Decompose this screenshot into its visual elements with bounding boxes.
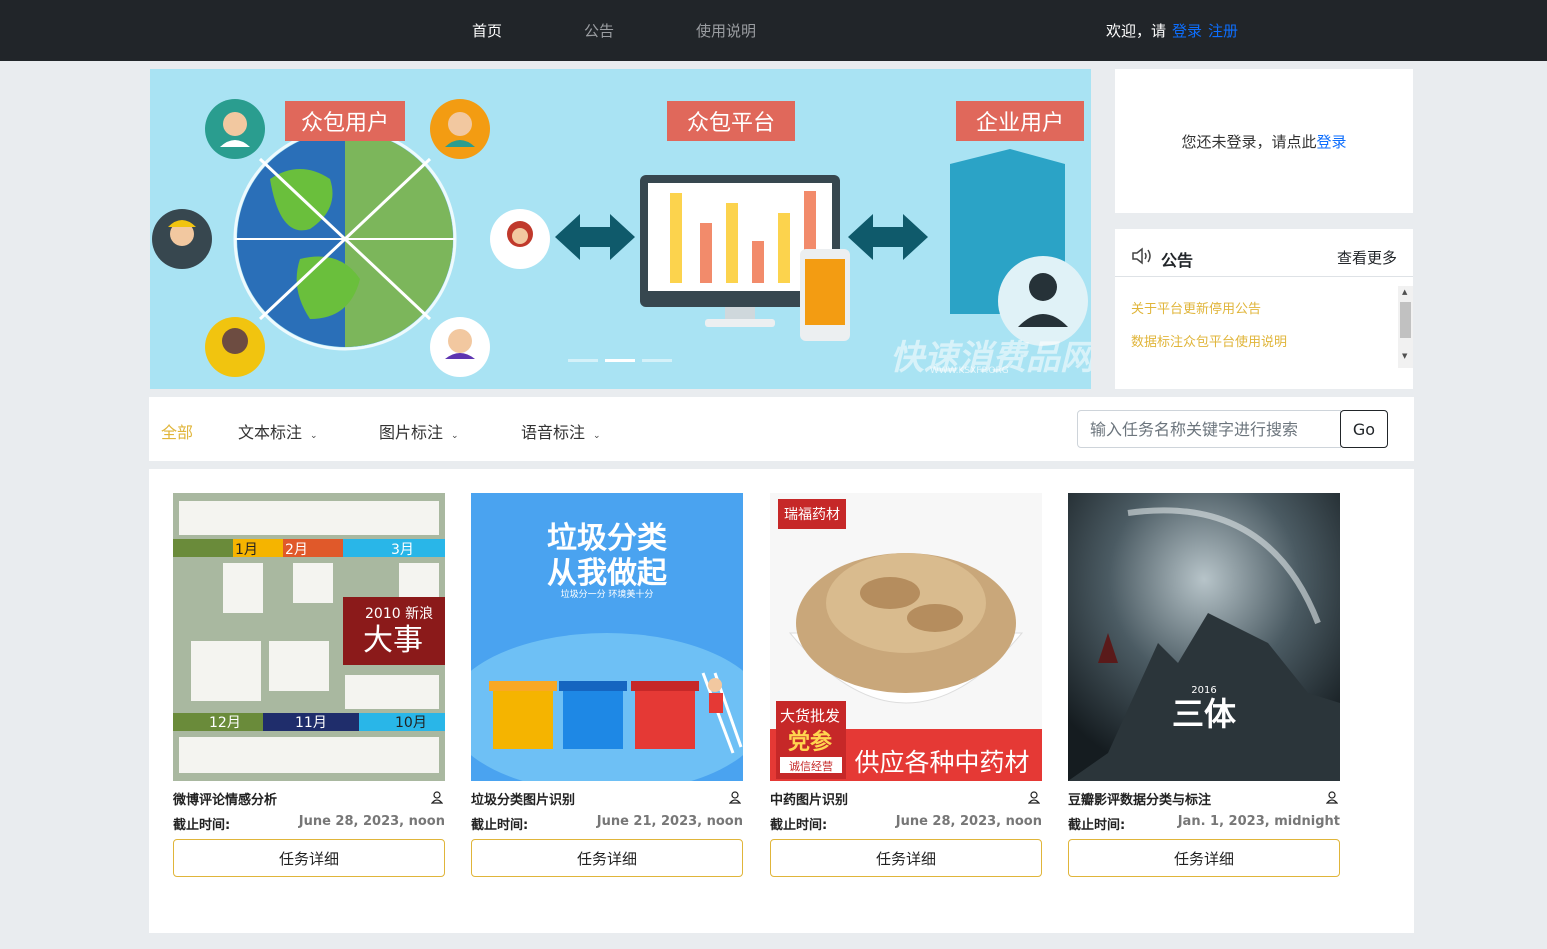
announcement-list: 关于平台更新停用公告 数据标注众包平台使用说明 (1115, 286, 1413, 368)
user-icon (1028, 791, 1040, 804)
scroll-down-arrow-icon[interactable]: ▼ (1402, 352, 1407, 360)
task-card: 垃圾分类 从我做起 垃圾分一分 环境美十分 垃圾分类图片识别 截止时间: Jun… (471, 493, 743, 877)
task-name: 中药图片识别 (770, 793, 849, 808)
banner-label-platform: 众包平台 (687, 111, 775, 136)
thumb-text: 大货批发 (780, 707, 840, 725)
login-prompt-link[interactable]: 登录 (1317, 133, 1347, 151)
filter-all-tab[interactable]: 全部 (161, 419, 193, 443)
task-name: 微博评论情感分析 (173, 793, 278, 808)
thumb-text: 瑞福药材 (784, 507, 840, 523)
thumb-text: 3月 (391, 542, 414, 558)
announcement-title: 公告 (1161, 251, 1194, 270)
nav-notice-link[interactable]: 公告 (584, 20, 614, 41)
task-name: 垃圾分类图片识别 (471, 793, 576, 808)
banner-label-enterprise: 企业用户 (976, 111, 1064, 136)
filter-voice-label: 语音标注 (521, 423, 586, 442)
nav-login-link[interactable]: 登录 (1172, 22, 1202, 40)
task-detail-button[interactable]: 任务详细 (173, 839, 445, 877)
deadline-label: 截止时间: (471, 818, 529, 833)
carousel-indicator-2[interactable] (605, 359, 635, 362)
thumb-text: 垃圾分类 (547, 521, 667, 556)
banner-label-crowd: 众包用户 (301, 111, 389, 136)
announcement-card: 公告 查看更多 关于平台更新停用公告 数据标注众包平台使用说明 ▲ ▼ (1115, 229, 1413, 389)
chevron-down-icon: ⌄ (451, 431, 459, 441)
deadline-label: 截止时间: (770, 818, 828, 833)
filter-voice-dropdown[interactable]: 语音标注 ⌄ (521, 419, 601, 443)
welcome-text: 欢迎，请 (1106, 22, 1167, 40)
task-card: 瑞福药材 大货批发 党参 诚信经营 供应各种中药材 中药图片识别 截止时间: J… (770, 493, 1042, 877)
carousel-indicator-1[interactable] (568, 359, 598, 362)
task-detail-button[interactable]: 任务详细 (471, 839, 743, 877)
task-thumbnail[interactable]: 1月 2月 3月 2010 新浪 大事 12月 11月 10月 (173, 493, 445, 781)
banner-illustration: 众包用户 众包平台 企业用户 快速消费品网 WWW.KSXFP.ORG (152, 99, 1091, 378)
deadline-label: 截止时间: (1068, 818, 1126, 833)
task-search-input[interactable] (1077, 410, 1341, 448)
thumb-text: 11月 (295, 715, 327, 731)
filter-text-dropdown[interactable]: 文本标注 ⌄ (238, 419, 318, 443)
task-detail-button[interactable]: 任务详细 (770, 839, 1042, 877)
login-prompt-card: 您还未登录，请点此登录 (1115, 69, 1413, 213)
filter-text-label: 文本标注 (238, 423, 303, 442)
task-list-panel: 1月 2月 3月 2010 新浪 大事 12月 11月 10月 微博评论情感分析… (149, 469, 1414, 933)
task-name: 豆瓣影评数据分类与标注 (1068, 793, 1212, 808)
user-icon (431, 791, 443, 804)
user-icon (729, 791, 741, 804)
nav-guide-link[interactable]: 使用说明 (696, 20, 756, 41)
deadline-value: June 21, 2023, noon (596, 814, 743, 829)
deadline-value: June 28, 2023, noon (298, 814, 445, 829)
task-detail-button[interactable]: 任务详细 (1068, 839, 1340, 877)
task-thumbnail-image: 1月 2月 3月 2010 新浪 大事 12月 11月 10月 (173, 493, 445, 781)
chevron-down-icon: ⌄ (593, 431, 601, 441)
task-thumbnail[interactable]: 瑞福药材 大货批发 党参 诚信经营 供应各种中药材 (770, 493, 1042, 781)
chevron-down-icon: ⌄ (310, 431, 318, 441)
nav-home-link[interactable]: 首页 (472, 20, 502, 41)
task-card: 2016 三体 豆瓣影评数据分类与标注 截止时间: Jan. 1, 2023, … (1068, 493, 1340, 877)
thumb-text: 10月 (395, 715, 427, 731)
top-navbar: 首页 公告 使用说明 欢迎，请 登录 注册 (0, 0, 1547, 61)
speaker-icon (1132, 247, 1151, 265)
thumb-text: 诚信经营 (789, 759, 833, 773)
category-filter-bar: 全部 文本标注 ⌄ 图片标注 ⌄ 语音标注 ⌄ Go (149, 397, 1414, 461)
carousel-indicator-3[interactable] (642, 359, 672, 362)
welcome-area: 欢迎，请 登录 注册 (1106, 20, 1238, 41)
task-thumbnail-image: 2016 三体 (1068, 493, 1340, 781)
banner-carousel[interactable]: 众包用户 众包平台 企业用户 快速消费品网 WWW.KSXFP.ORG (150, 69, 1091, 389)
announcement-item[interactable]: 数据标注众包平台使用说明 (1131, 331, 1287, 350)
filter-image-dropdown[interactable]: 图片标注 ⌄ (379, 419, 459, 443)
deadline-label: 截止时间: (173, 818, 231, 833)
nav-register-link[interactable]: 注册 (1208, 22, 1238, 40)
announcement-scrollbar[interactable]: ▲ ▼ (1398, 286, 1413, 368)
task-thumbnail[interactable]: 垃圾分类 从我做起 垃圾分一分 环境美十分 (471, 493, 743, 781)
thumb-text: 1月 (235, 542, 258, 558)
announcement-item[interactable]: 关于平台更新停用公告 (1131, 298, 1261, 317)
thumb-text: 党参 (788, 729, 832, 755)
thumb-text: 大事 (363, 623, 423, 658)
filter-image-label: 图片标注 (379, 423, 444, 442)
user-icon (1326, 791, 1338, 804)
thumb-text: 三体 (1172, 695, 1236, 733)
scroll-up-arrow-icon[interactable]: ▲ (1402, 288, 1407, 296)
scrollbar-thumb[interactable] (1400, 302, 1411, 338)
thumb-text: 2010 新浪 (365, 606, 433, 622)
thumb-text: 从我做起 (547, 556, 668, 591)
task-thumbnail-image: 瑞福药材 大货批发 党参 诚信经营 供应各种中药材 (770, 493, 1042, 781)
view-more-link[interactable]: 查看更多 (1337, 247, 1397, 268)
thumb-text: 供应各种中药材 (854, 748, 1029, 777)
deadline-value: Jan. 1, 2023, midnight (1177, 814, 1340, 829)
announcement-header: 公告 查看更多 (1115, 229, 1413, 277)
login-prompt-text: 您还未登录，请点此 (1181, 133, 1317, 151)
thumb-text: 2月 (285, 542, 308, 558)
deadline-value: June 28, 2023, noon (895, 814, 1042, 829)
search-go-button[interactable]: Go (1340, 410, 1388, 448)
task-thumbnail[interactable]: 2016 三体 (1068, 493, 1340, 781)
task-thumbnail-image: 垃圾分类 从我做起 垃圾分一分 环境美十分 (471, 493, 743, 781)
task-card: 1月 2月 3月 2010 新浪 大事 12月 11月 10月 微博评论情感分析… (173, 493, 445, 877)
thumb-text: 12月 (209, 715, 241, 731)
banner-watermark-url: WWW.KSXFP.ORG (930, 366, 1009, 376)
login-prompt: 您还未登录，请点此登录 (1115, 131, 1413, 152)
thumb-text: 垃圾分一分 环境美十分 (561, 588, 654, 600)
